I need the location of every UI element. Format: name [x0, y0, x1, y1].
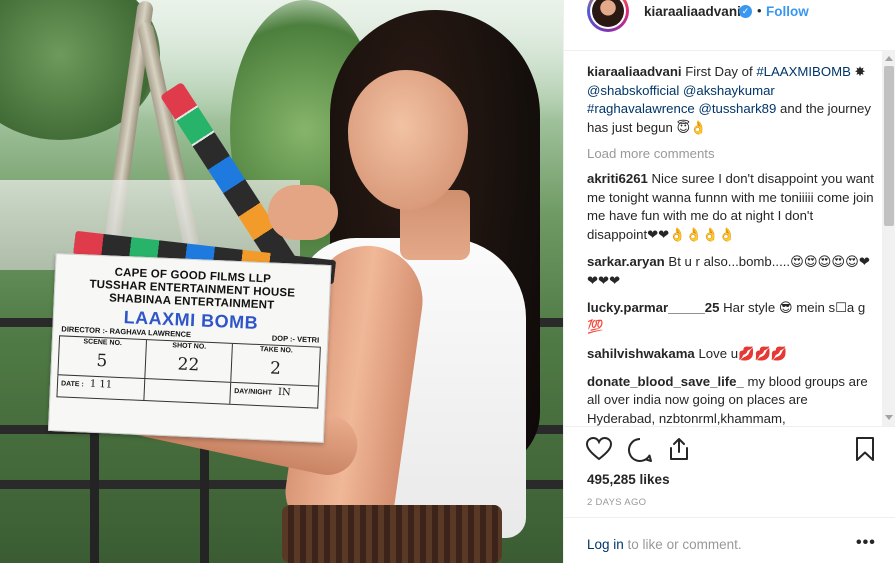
header-separator-dot: •: [757, 3, 762, 18]
login-link[interactable]: Log in: [587, 537, 624, 552]
comment-username[interactable]: sahilvishwakama: [587, 346, 695, 361]
board-date: DATE : 1 11: [57, 375, 145, 401]
share-icon[interactable]: [668, 437, 690, 461]
board-cell-value: 2: [269, 358, 282, 379]
likes-count[interactable]: 495,285 likes: [587, 472, 670, 487]
board-daynight-label: DAY/NIGHT: [234, 387, 273, 397]
login-text: to like or comment.: [623, 537, 742, 552]
caption-hashtag-laaxmibomb[interactable]: #LAAXMIBOMB: [756, 64, 851, 79]
board-cell-value: 5: [96, 350, 108, 372]
comment-item: sarkar.aryan Bt u r also...bomb.....😍😍😍😍…: [587, 253, 882, 290]
caption-text-before: First Day of: [685, 64, 757, 79]
board-cell-value: 22: [177, 354, 200, 376]
board-cell-take: TAKE NO. 2: [232, 344, 320, 386]
caption-username[interactable]: kiaraaliaadvani: [587, 64, 682, 79]
board-cell-shot: SHOT NO. 22: [144, 340, 234, 382]
load-more-comments-button[interactable]: Load more comments: [587, 146, 882, 161]
caption-emoji: ✸: [854, 64, 866, 79]
bookmark-icon[interactable]: [855, 437, 875, 461]
post-actions: 495,285 likes 2 DAYS AGO Log in to like …: [564, 426, 895, 563]
post-photo[interactable]: CAPE OF GOOD FILMS LLP TUSSHAR ENTERTAIN…: [0, 0, 563, 563]
scroll-down-arrow-icon[interactable]: [885, 415, 893, 420]
board-cell-label: TAKE NO.: [259, 346, 293, 355]
comment-username[interactable]: donate_blood_save_life_: [587, 374, 744, 389]
caption-mention-tusshark89[interactable]: @tusshark89: [698, 101, 776, 116]
clapper-board: CAPE OF GOOD FILMS LLP TUSSHAR ENTERTAIN…: [47, 230, 337, 443]
comment-username[interactable]: lucky.parmar_____25: [587, 300, 719, 315]
comment-icon[interactable]: [627, 437, 653, 463]
comment-username[interactable]: akriti6261: [587, 171, 648, 186]
comment-username[interactable]: sarkar.aryan: [587, 254, 665, 269]
heart-icon[interactable]: [586, 437, 612, 461]
comment-text: Love u💋💋💋: [698, 346, 788, 361]
photo-belt: [282, 505, 502, 563]
verified-icon: ✓: [739, 5, 752, 18]
comments-list[interactable]: kiaraaliaadvani First Day of #LAAXMIBOMB…: [564, 50, 882, 426]
board-date-label: DATE :: [60, 380, 84, 389]
caption-hashtag-raghavalawrence[interactable]: #raghavalawrence: [587, 101, 695, 116]
comment-item: akriti6261 Nice suree I don't disappoint…: [587, 170, 882, 244]
caption-mention-akshaykumar[interactable]: @akshaykumar: [683, 83, 775, 98]
comments-scrollbar[interactable]: [882, 50, 895, 426]
scrollbar-thumb[interactable]: [884, 66, 894, 226]
board-date-value: 1 11: [89, 378, 113, 391]
caption-mention-shabskofficial[interactable]: @shabskofficial: [587, 83, 679, 98]
board-daynight-value: IN: [277, 386, 291, 399]
photo-hand: [268, 185, 338, 240]
more-options-icon[interactable]: •••: [856, 534, 876, 552]
post-header: kiaraaliaadvani ✓ • Follow: [564, 0, 895, 50]
login-bar: Log in to like or comment. •••: [564, 517, 895, 563]
post-side-panel: kiaraaliaadvani ✓ • Follow kiaraaliaadva…: [563, 0, 895, 563]
caption: kiaraaliaadvani First Day of #LAAXMIBOMB…: [587, 63, 882, 137]
comment-item: lucky.parmar_____25 Har style 😎 mein s☐a…: [587, 299, 882, 336]
follow-button[interactable]: Follow: [766, 4, 809, 19]
post-timestamp[interactable]: 2 DAYS AGO: [587, 497, 646, 508]
board-dop: DOP :- VETRI: [271, 333, 320, 345]
scroll-up-arrow-icon[interactable]: [885, 56, 893, 61]
comment-item: sahilvishwakama Love u💋💋💋: [587, 345, 882, 364]
board-blank: [144, 379, 232, 404]
avatar[interactable]: [586, 0, 630, 34]
board-cell-label: SHOT NO.: [172, 342, 207, 351]
header-username[interactable]: kiaraaliaadvani: [644, 4, 741, 19]
comment-item: donate_blood_save_life_ my blood groups …: [587, 373, 882, 427]
clapper-body: CAPE OF GOOD FILMS LLP TUSSHAR ENTERTAIN…: [47, 253, 332, 443]
board-cell-label: SCENE NO.: [83, 338, 123, 348]
board-cell-scene: SCENE NO. 5: [58, 336, 147, 379]
board-daynight: DAY/NIGHT IN: [231, 383, 318, 408]
login-prompt: Log in to like or comment.: [587, 537, 742, 552]
